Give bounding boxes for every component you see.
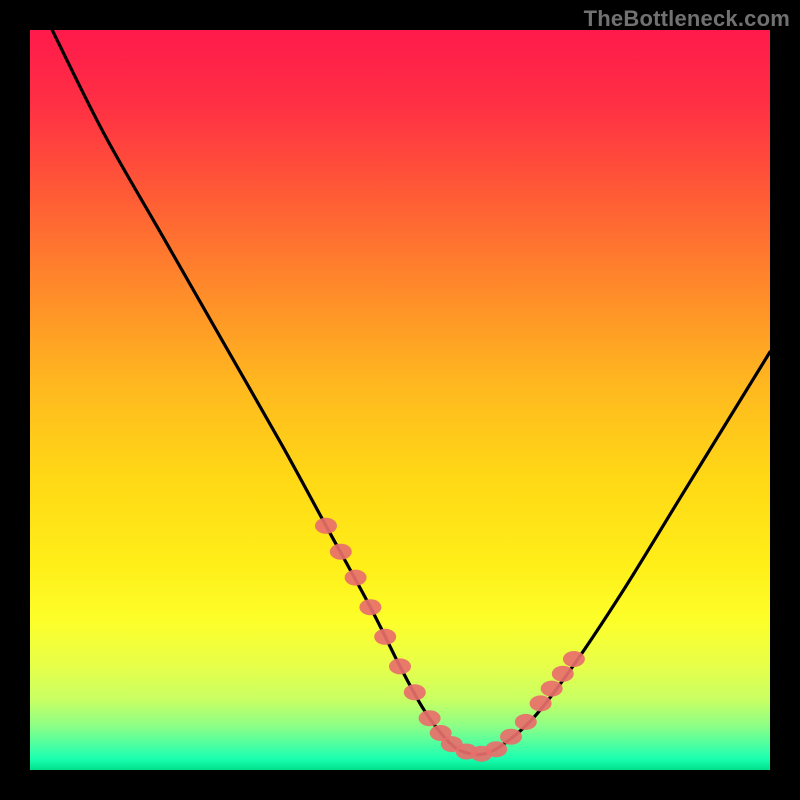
marker-dot (419, 710, 441, 726)
marker-dot (359, 599, 381, 615)
marker-dot (541, 681, 563, 697)
marker-dot (315, 518, 337, 534)
marker-dot (515, 714, 537, 730)
marker-dot (500, 729, 522, 745)
marker-dot (404, 684, 426, 700)
bottleneck-curve (52, 30, 770, 755)
watermark: TheBottleneck.com (584, 6, 790, 32)
marker-dot (530, 695, 552, 711)
curve-layer (30, 30, 770, 770)
chart-frame: TheBottleneck.com (0, 0, 800, 800)
marker-dot (485, 741, 507, 757)
marker-dot (389, 658, 411, 674)
marker-dot (552, 666, 574, 682)
marker-dot (563, 651, 585, 667)
plot-area (30, 30, 770, 770)
marker-dot (345, 570, 367, 586)
marker-dot (330, 544, 352, 560)
marker-dot (374, 629, 396, 645)
highlighted-points (315, 518, 585, 762)
